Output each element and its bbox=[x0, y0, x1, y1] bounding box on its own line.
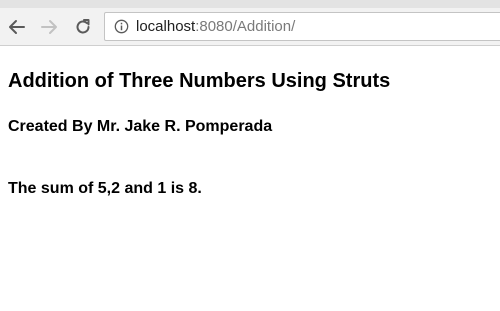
arrow-left-icon bbox=[9, 20, 25, 34]
url-path: :8080/Addition/ bbox=[195, 18, 296, 35]
browser-toolbar: localhost:8080/Addition/ bbox=[0, 8, 500, 46]
back-button[interactable] bbox=[6, 16, 28, 38]
author-credit: Created By Mr. Jake R. Pomperada bbox=[8, 118, 273, 135]
reload-icon bbox=[76, 19, 90, 34]
reload-button[interactable] bbox=[72, 16, 94, 38]
info-icon[interactable] bbox=[114, 19, 129, 34]
address-bar[interactable]: localhost:8080/Addition/ bbox=[104, 12, 500, 41]
url-host: localhost bbox=[136, 18, 196, 35]
page-title: Addition of Three Numbers Using Struts bbox=[8, 70, 391, 92]
sum-result: The sum of 5,2 and 1 is 8. bbox=[8, 180, 202, 197]
url-text: localhost:8080/Addition/ bbox=[136, 18, 295, 36]
arrow-right-icon bbox=[41, 20, 57, 34]
tab-strip bbox=[0, 0, 500, 8]
forward-button[interactable] bbox=[38, 16, 60, 38]
